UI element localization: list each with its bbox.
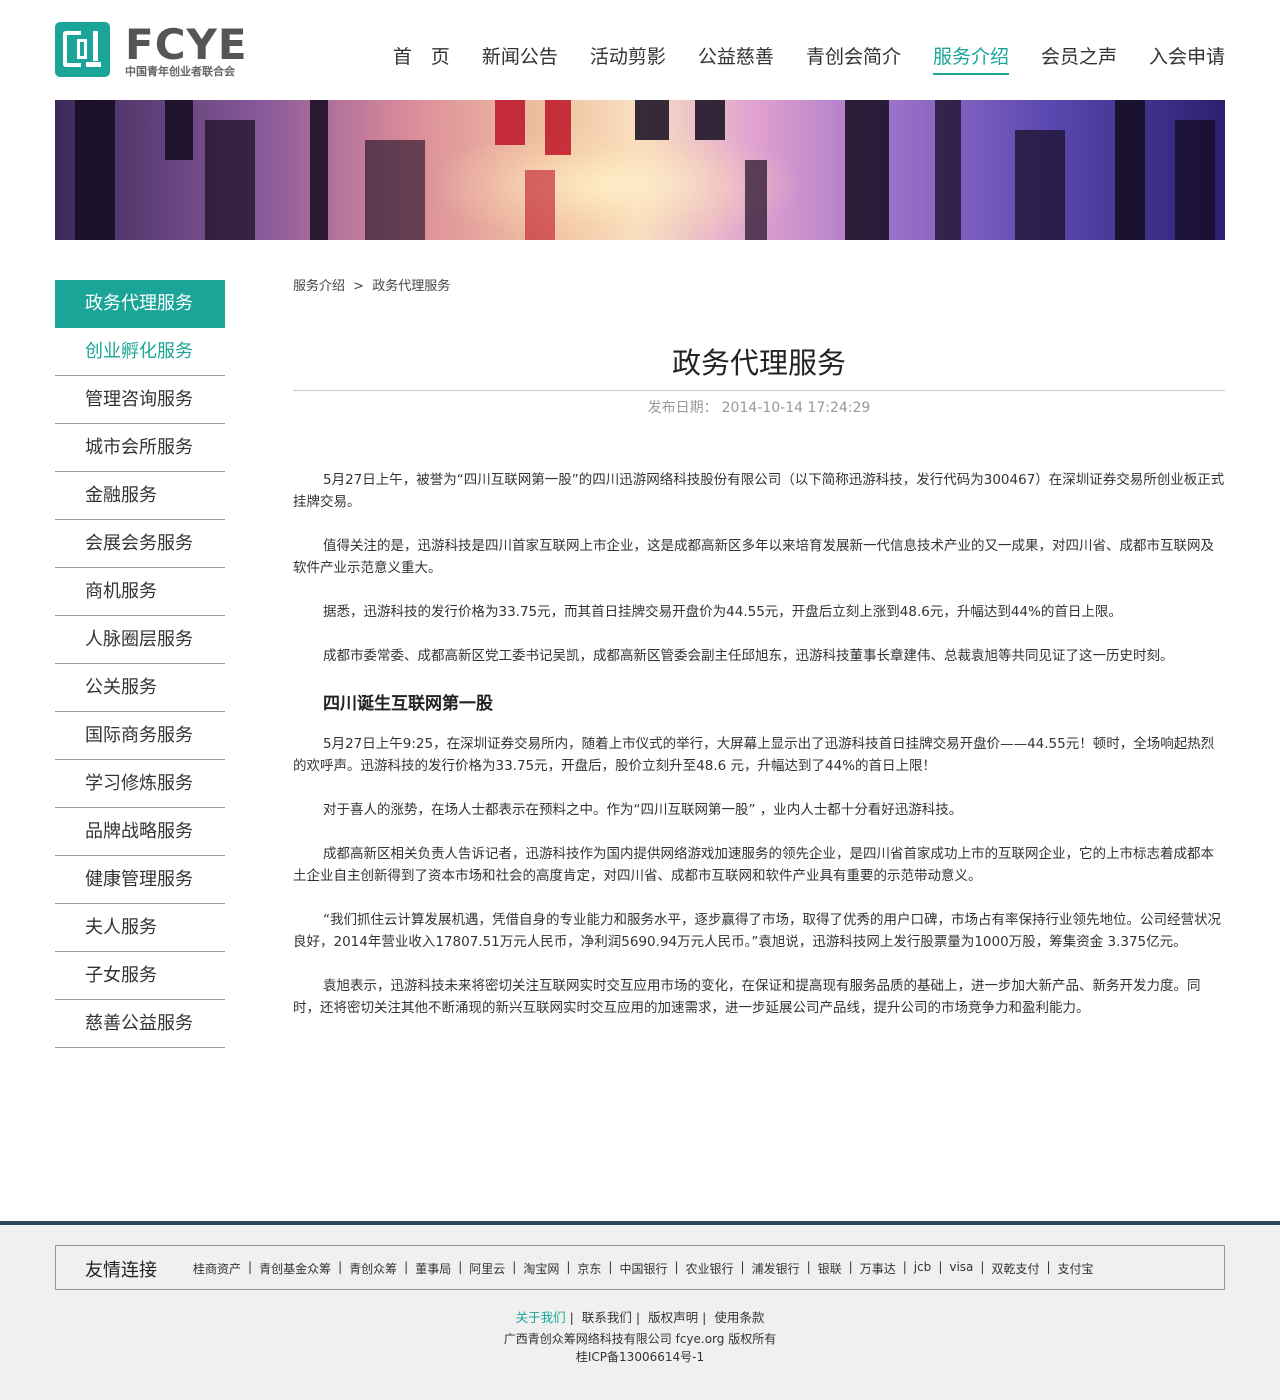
sidebar-item-incubation[interactable]: 创业孵化服务 [55,328,225,376]
friend-link[interactable]: 董事局 [415,1260,451,1277]
publish-date-value: 2014-10-14 17:24:29 [721,400,871,416]
article-paragraph: 5月27日上午9:25，在深圳证券交易所内，随着上市仪式的举行，大屏幕上显示出了… [293,736,1215,774]
friend-link[interactable]: 桂商资产 [193,1260,241,1277]
breadcrumb-parent[interactable]: 服务介绍 [293,279,345,294]
article-paragraph: 成都高新区相关负责人告诉记者，迅游科技作为国内提供网络游戏加速服务的领先企业，是… [293,846,1214,884]
sidebar-item-children[interactable]: 子女服务 [55,952,225,1000]
footer-link-about[interactable]: 关于我们 [516,1310,566,1325]
friend-link[interactable]: 中国银行 [619,1260,667,1277]
sidebar-item-finance[interactable]: 金融服务 [55,472,225,520]
sidebar-item-health[interactable]: 健康管理服务 [55,856,225,904]
sidebar-item-network-circle[interactable]: 人脉圈层服务 [55,616,225,664]
friend-link[interactable]: 阿里云 [469,1260,505,1277]
friend-link[interactable]: 淘宝网 [523,1260,559,1277]
footer-link-copyright[interactable]: 版权声明 [648,1310,698,1325]
sidebar-item-pr[interactable]: 公关服务 [55,664,225,712]
service-sidebar: 政务代理服务 创业孵化服务 管理咨询服务 城市会所服务 金融服务 会展会务服务 … [55,280,225,1048]
title-divider [293,390,1225,391]
breadcrumb-separator: > [353,279,365,294]
friend-link[interactable]: 万事达 [860,1260,896,1277]
friend-link[interactable]: 双乾支付 [991,1260,1039,1277]
sidebar-item-spouse[interactable]: 夫人服务 [55,904,225,952]
friend-link[interactable]: 浦发银行 [752,1260,800,1277]
nav-activities[interactable]: 活动剪影 [590,42,666,75]
nav-charity[interactable]: 公益慈善 [698,42,774,75]
nav-news[interactable]: 新闻公告 [482,42,558,75]
sidebar-item-consulting[interactable]: 管理咨询服务 [55,376,225,424]
nav-join[interactable]: 入会申请 [1149,42,1225,75]
friend-links-list: 桂商资产 | 青创基金众筹 | 青创众筹 | 董事局 | 阿里云 | 淘宝网 | 京东 | 中… [193,1260,1094,1277]
friend-link[interactable]: 青创众筹 [349,1260,397,1277]
sidebar-item-learning[interactable]: 学习修炼服务 [55,760,225,808]
footer-links: 关于我们 | 联系我们 | 版权声明 | 使用条款 [515,1310,765,1325]
sidebar-item-city-club[interactable]: 城市会所服务 [55,424,225,472]
friend-links-title: 友情连接 [85,1260,157,1281]
footer-icp[interactable]: 桂ICP备13006614号-1 [0,1348,1280,1366]
nav-services[interactable]: 服务介绍 [932,42,1009,75]
friend-link[interactable]: visa [949,1260,973,1277]
article-paragraph: 据悉，迅游科技的发行价格为33.75元，而其首日挂牌交易开盘价为44.55元，开… [323,604,1122,620]
sidebar-item-exhibition[interactable]: 会展会务服务 [55,520,225,568]
sidebar-item-charity[interactable]: 慈善公益服务 [55,1000,225,1048]
sidebar-item-brand-strategy[interactable]: 品牌战略服务 [55,808,225,856]
article-paragraph: 成都市委常委、成都高新区党工委书记吴凯，成都高新区管委会副主任邱旭东，迅游科技董… [323,648,1174,664]
breadcrumb: 服务介绍 > 政务代理服务 [293,276,1225,298]
article-subheading: 四川诞生互联网第一股 [323,694,493,714]
site-footer: 友情连接 桂商资产 | 青创基金众筹 | 青创众筹 | 董事局 | 阿里云 | 淘宝网 | … [0,1221,1280,1400]
friend-link[interactable]: jcb [914,1260,932,1277]
article-paragraph: “我们抓住云计算发展机遇，凭借自身的专业能力和服务水平，逐步赢得了市场，取得了优… [293,912,1221,950]
sidebar-item-government-agency[interactable]: 政务代理服务 [55,280,225,328]
sidebar-item-business-opportunity[interactable]: 商机服务 [55,568,225,616]
friend-link[interactable]: 支付宝 [1058,1260,1094,1277]
footer-link-terms[interactable]: 使用条款 [714,1310,764,1325]
logo-subtitle: 中国青年创业者联合会 [125,65,235,78]
friend-link[interactable]: 京东 [577,1260,601,1277]
article-title: 政务代理服务 [671,346,846,380]
sidebar-item-international[interactable]: 国际商务服务 [55,712,225,760]
friend-link[interactable]: 银联 [818,1260,842,1277]
friend-link[interactable]: 青创基金众筹 [259,1260,331,1277]
publish-date-label: 发布日期： [647,400,718,416]
footer-copyright: 广西青创众筹网络科技有限公司 fcye.org 版权所有 桂ICP备130066… [0,1330,1280,1366]
footer-company: 广西青创众筹网络科技有限公司 fcye.org 版权所有 [503,1332,777,1346]
article-paragraph: 对于喜人的涨势，在场人士都表示在预料之中。作为“四川互联网第一股” ，业内人士都… [323,802,963,818]
nav-about[interactable]: 青创会简介 [806,42,901,75]
main-nav: 首 页 新闻公告 活动剪影 公益慈善 青创会简介 服务介绍 会员之声 入会申请 [361,42,1225,75]
article-paragraph: 5月27日上午，被誉为“四川互联网第一股”的四川迅游网络科技股份有限公司（以下简… [293,472,1225,510]
main-content: 服务介绍 > 政务代理服务 政务代理服务 发布日期： 2014-10-14 17:… [293,276,1225,1041]
publish-date: 发布日期： 2014-10-14 17:24:29 [293,397,1225,417]
site-logo[interactable]: FCYE 中国青年创业者联合会 [55,20,248,78]
nav-home[interactable]: 首 页 [393,42,450,75]
banner-image [55,100,1225,240]
footer-link-contact[interactable]: 联系我们 [582,1310,632,1325]
article-paragraph: 值得关注的是，迅游科技是四川首家互联网上市企业，这是成都高新区多年以来培育发展新… [293,538,1214,576]
friend-links-box: 友情连接 桂商资产 | 青创基金众筹 | 青创众筹 | 董事局 | 阿里云 | 淘宝网 | … [55,1245,1225,1290]
article-body: 5月27日上午，被誉为“四川互联网第一股”的四川迅游网络科技股份有限公司（以下简… [293,469,1225,1019]
breadcrumb-current: 政务代理服务 [372,279,451,294]
article-paragraph: 袁旭表示，迅游科技未来将密切关注互联网实时交互应用市场的变化，在保证和提高现有服… [293,978,1201,1016]
logo-mark-icon [55,22,110,77]
logo-text: FCYE [125,20,248,69]
nav-member-voice[interactable]: 会员之声 [1041,42,1117,75]
site-header: FCYE 中国青年创业者联合会 首 页 新闻公告 活动剪影 公益慈善 青创会简介… [55,0,1225,100]
friend-link[interactable]: 农业银行 [686,1260,734,1277]
